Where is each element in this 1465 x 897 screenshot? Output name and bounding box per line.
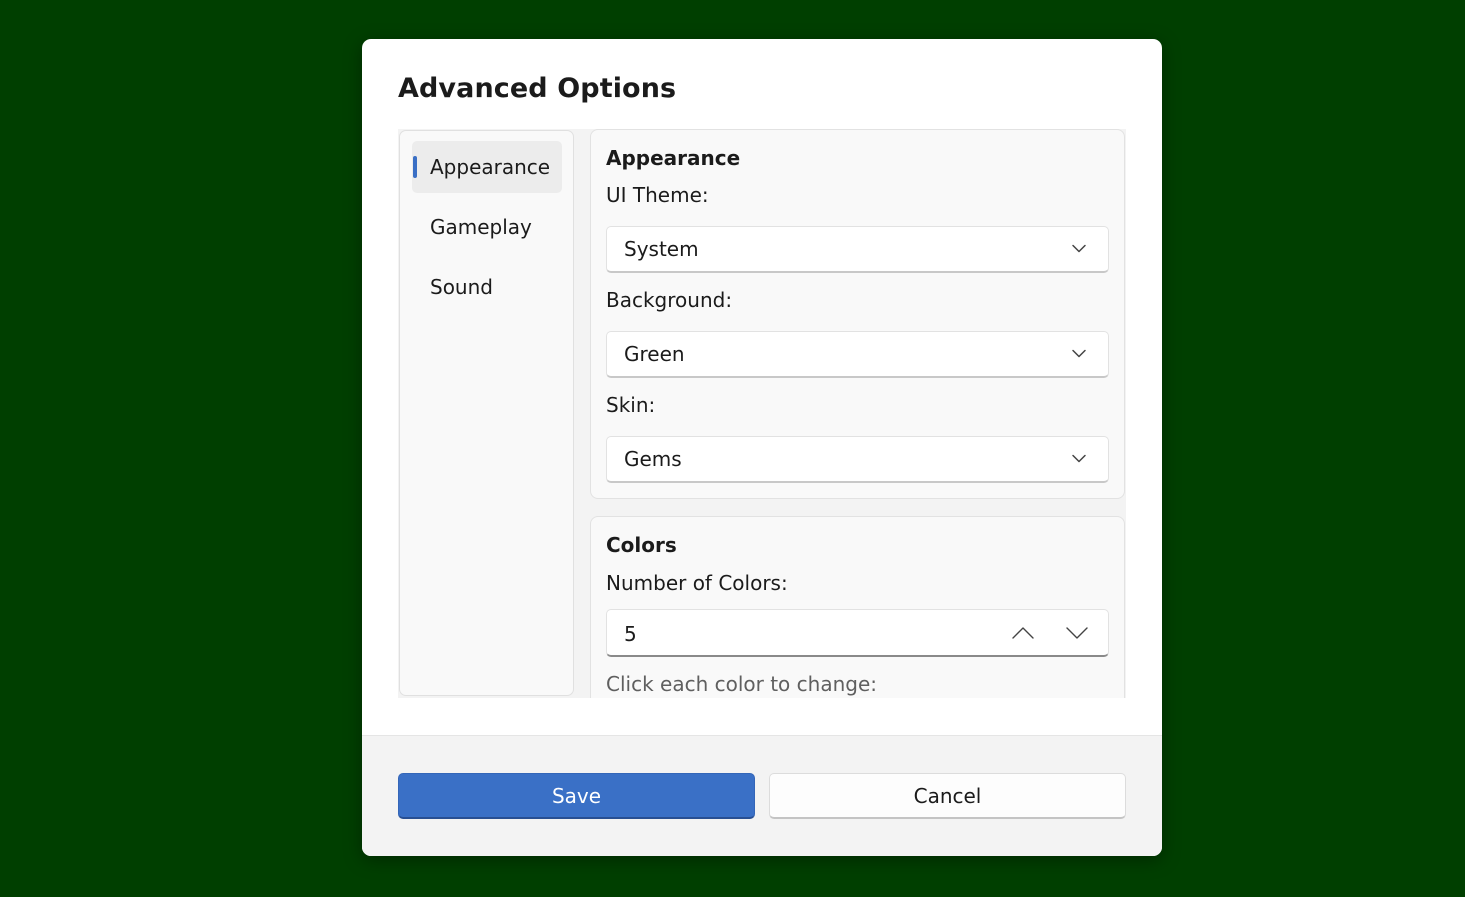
save-button[interactable]: Save <box>398 773 755 819</box>
chevron-down-icon <box>1072 454 1086 463</box>
content-area: Appearance Gameplay Sound Appearance UI … <box>398 129 1126 698</box>
appearance-card: Appearance UI Theme: System Background: … <box>590 129 1125 499</box>
background-combobox[interactable]: Green <box>606 331 1109 378</box>
increment-button[interactable] <box>1003 616 1043 650</box>
colors-card-title: Colors <box>606 533 677 557</box>
cancel-button[interactable]: Cancel <box>769 773 1126 819</box>
advanced-options-dialog: Advanced Options Appearance Gameplay Sou… <box>362 39 1162 856</box>
chevron-down-icon <box>1072 244 1086 253</box>
ui-theme-label: UI Theme: <box>606 183 709 207</box>
ui-theme-combobox[interactable]: System <box>606 226 1109 273</box>
appearance-card-title: Appearance <box>606 146 741 170</box>
skin-value: Gems <box>624 447 682 471</box>
colors-card: Colors Number of Colors: 5 Click each co… <box>590 516 1125 698</box>
decrement-button[interactable] <box>1057 616 1097 650</box>
background-label: Background: <box>606 288 733 312</box>
settings-scroll-pane[interactable]: Appearance UI Theme: System Background: … <box>589 129 1126 698</box>
nav-item-label: Gameplay <box>430 215 532 239</box>
colors-hint-text: Click each color to change: <box>606 672 877 696</box>
ui-theme-value: System <box>624 237 699 261</box>
number-of-colors-value: 5 <box>624 622 637 646</box>
nav-item-sound[interactable]: Sound <box>412 261 562 313</box>
nav-item-label: Sound <box>430 275 493 299</box>
nav-pane: Appearance Gameplay Sound <box>399 130 574 696</box>
number-of-colors-input[interactable]: 5 <box>606 609 1109 657</box>
nav-item-label: Appearance <box>430 155 551 179</box>
chevron-up-icon <box>1012 627 1034 639</box>
number-of-colors-label: Number of Colors: <box>606 571 788 595</box>
nav-item-gameplay[interactable]: Gameplay <box>412 201 562 253</box>
dialog-footer: Save Cancel <box>362 735 1162 856</box>
nav-item-appearance[interactable]: Appearance <box>412 141 562 193</box>
skin-label: Skin: <box>606 393 656 417</box>
chevron-down-icon <box>1072 349 1086 358</box>
dialog-title: Advanced Options <box>398 73 677 104</box>
skin-combobox[interactable]: Gems <box>606 436 1109 483</box>
selection-indicator <box>413 156 417 178</box>
chevron-down-icon <box>1066 627 1088 639</box>
background-value: Green <box>624 342 685 366</box>
